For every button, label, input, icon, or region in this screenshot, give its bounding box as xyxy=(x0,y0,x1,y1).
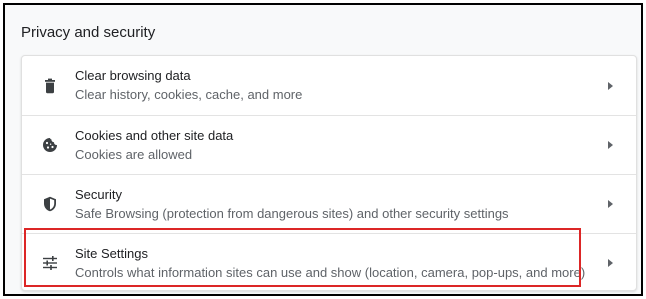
arrow-right-icon xyxy=(608,141,613,149)
security-row[interactable]: Security Safe Browsing (protection from … xyxy=(22,174,636,233)
sliders-icon xyxy=(43,256,57,270)
clear-browsing-data-row[interactable]: Clear browsing data Clear history, cooki… xyxy=(22,56,636,115)
row-title: Security xyxy=(75,187,122,202)
site-settings-row[interactable]: Site Settings Controls what information … xyxy=(22,233,636,292)
arrow-right-icon xyxy=(608,81,613,90)
row-title: Site Settings xyxy=(75,246,148,261)
trash-icon xyxy=(45,78,55,93)
row-title: Clear browsing data xyxy=(75,68,191,83)
row-title: Cookies and other site data xyxy=(75,128,234,143)
shield-icon xyxy=(44,196,56,212)
privacy-card: Clear browsing data Clear history, cooki… xyxy=(21,55,637,291)
settings-frame: Privacy and security Clear browsing data… xyxy=(3,3,643,296)
cookies-row[interactable]: Cookies and other site data Cookies are … xyxy=(22,115,636,174)
row-subtitle: Clear history, cookies, cache, and more xyxy=(75,87,303,102)
cookie-icon xyxy=(43,138,57,152)
section-title: Privacy and security xyxy=(21,24,156,41)
row-subtitle: Cookies are allowed xyxy=(75,147,193,162)
arrow-right-icon xyxy=(608,259,613,267)
row-subtitle: Safe Browsing (protection from dangerous… xyxy=(75,206,509,221)
arrow-right-icon xyxy=(608,200,613,208)
row-subtitle: Controls what information sites can use … xyxy=(75,265,586,280)
